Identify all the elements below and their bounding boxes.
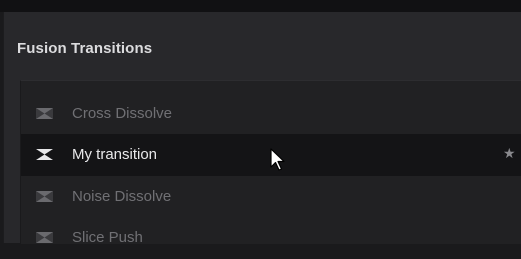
transition-label: My transition	[72, 146, 158, 163]
pointer-cursor-icon	[270, 148, 285, 171]
transition-icon	[36, 149, 53, 160]
section-title: Fusion Transitions	[17, 40, 153, 57]
list-item-cross-dissolve[interactable]: Cross Dissolve	[21, 93, 521, 135]
star-icon[interactable]: ★	[503, 145, 516, 162]
transition-label: Noise Dissolve	[72, 188, 172, 205]
top-bar	[0, 0, 521, 12]
list-item-slice-push[interactable]: Slice Push	[21, 217, 521, 259]
transition-icon	[36, 108, 53, 119]
transition-icon	[36, 232, 53, 243]
transition-label: Cross Dissolve	[72, 105, 173, 122]
transition-label: Slice Push	[72, 229, 143, 246]
list-item-noise-dissolve[interactable]: Noise Dissolve	[21, 176, 521, 218]
transition-icon	[36, 191, 53, 202]
